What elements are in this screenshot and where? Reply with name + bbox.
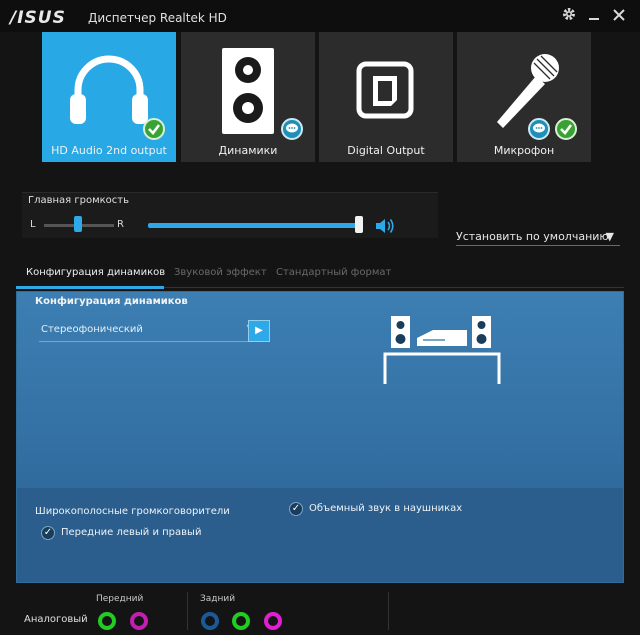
volume-mute-icon[interactable] [374, 217, 396, 238]
checkbox-checked-icon: ✓ [289, 502, 303, 516]
front-pink-jack-icon[interactable] [130, 612, 148, 630]
main-volume-panel: Главная громкость L R [22, 192, 438, 238]
main-volume-title: Главная громкость [28, 195, 130, 206]
receiver-icon [417, 330, 467, 346]
divider [388, 592, 389, 630]
checkbox-checked-icon: ✓ [41, 526, 55, 540]
speaker-options: Широкополосные громкоговорители ✓ Передн… [17, 488, 623, 582]
chevron-down-icon: ▼ [605, 230, 614, 243]
balance-left-label: L [30, 219, 36, 230]
settings-tabs: Конфигурация динамиков Звуковой эффект С… [16, 264, 624, 289]
speaker-config-select[interactable]: Стереофонический ▼ [39, 320, 261, 342]
asus-logo: /ISUS [10, 8, 66, 28]
device-tab-digital-output[interactable]: Digital Output [319, 32, 453, 162]
rear-green-jack-icon[interactable] [232, 612, 250, 630]
analog-label: Аналоговый [24, 614, 88, 625]
check-badge-icon [555, 118, 577, 140]
device-label: Digital Output [347, 144, 425, 157]
device-tab-hd-audio[interactable]: HD Audio 2nd output [42, 32, 176, 162]
front-green-jack-icon[interactable] [98, 612, 116, 630]
app-title: Диспетчер Realtek HD [88, 11, 227, 25]
rear-jacks-label: Задний [200, 594, 236, 604]
divider [187, 592, 188, 630]
title-bar: /ISUS Диспетчер Realtek HD [0, 0, 640, 32]
speaker-layout-diagram [383, 316, 501, 384]
device-label: Микрофон [493, 144, 555, 157]
set-default-dropdown[interactable]: Установить по умолчанию ▼ [456, 228, 620, 246]
digital-output-icon [356, 61, 414, 119]
volume-track[interactable] [148, 223, 358, 228]
panel-title: Конфигурация динамиков [35, 296, 188, 307]
tab-speaker-configuration[interactable]: Конфигурация динамиков [26, 267, 165, 278]
close-icon[interactable] [609, 6, 629, 26]
jack-panel: Аналоговый Передний Задний [0, 588, 640, 635]
active-tab-indicator [16, 286, 164, 289]
front-lr-label: Передние левый и правый [61, 527, 202, 538]
minimize-icon[interactable] [584, 6, 604, 26]
device-tab-speakers[interactable]: Динамики [181, 32, 315, 162]
fullrange-speakers-label: Широкополосные громкоговорители [35, 506, 230, 517]
device-tabs: HD Audio 2nd output Динамики Digital Out… [42, 32, 594, 162]
tab-default-format[interactable]: Стандартный формат [276, 267, 391, 278]
chat-badge-icon [281, 118, 303, 140]
balance-slider-handle[interactable] [74, 216, 82, 232]
speaker-config-value: Стереофонический [41, 324, 143, 335]
headphone-virtualization-label: Объемный звук в наушниках [309, 503, 463, 514]
balance-right-label: R [117, 219, 124, 230]
rear-pink-jack-icon[interactable] [264, 612, 282, 630]
device-tab-microphone[interactable]: Микрофон [457, 32, 591, 162]
gear-icon[interactable] [559, 6, 579, 26]
play-test-button[interactable]: ▶ [248, 320, 270, 342]
device-label: Динамики [218, 144, 278, 157]
device-label: HD Audio 2nd output [51, 144, 167, 157]
check-badge-icon [143, 118, 165, 140]
tab-sound-effects[interactable]: Звуковой эффект [174, 267, 267, 278]
chat-badge-icon [528, 118, 550, 140]
volume-slider-handle[interactable] [355, 216, 363, 233]
set-default-label: Установить по умолчанию [456, 230, 609, 243]
speaker-config-panel: Конфигурация динамиков Стереофонический … [16, 291, 624, 583]
rear-blue-jack-icon[interactable] [201, 612, 219, 630]
front-jacks-label: Передний [96, 594, 144, 604]
